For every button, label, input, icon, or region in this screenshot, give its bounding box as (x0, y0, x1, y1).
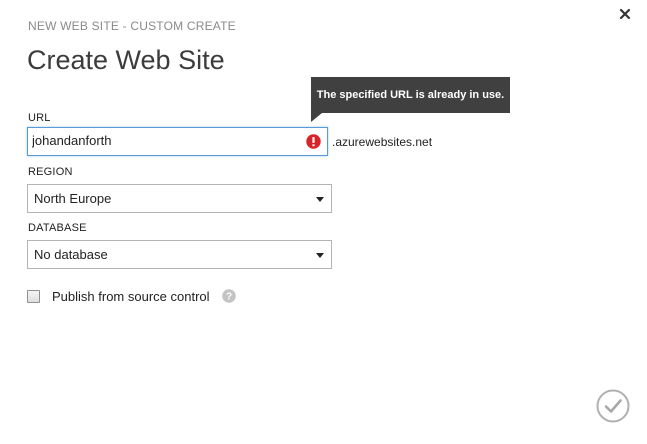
region-select[interactable]: North Europe (27, 184, 332, 213)
dialog-subtitle: NEW WEB SITE - CUSTOM CREATE (28, 19, 236, 33)
publish-checkbox-label[interactable]: Publish from source control (52, 289, 210, 304)
confirm-button[interactable] (596, 389, 630, 423)
create-web-site-dialog: NEW WEB SITE - CUSTOM CREATE Create Web … (0, 0, 647, 444)
close-button[interactable] (617, 6, 633, 22)
database-label: DATABASE (28, 222, 87, 234)
error-icon (306, 134, 321, 149)
database-selected-value: No database (34, 247, 108, 262)
url-label: URL (28, 112, 51, 124)
page-title: Create Web Site (27, 45, 225, 75)
chevron-down-icon (316, 252, 324, 258)
region-selected-value: North Europe (34, 191, 112, 206)
url-domain-suffix: .azurewebsites.net (332, 134, 433, 149)
url-input[interactable] (28, 128, 297, 153)
close-icon (619, 8, 631, 20)
checkmark-icon (596, 389, 630, 423)
publish-checkbox[interactable] (27, 289, 40, 303)
svg-text:?: ? (225, 292, 231, 303)
database-select[interactable]: No database (27, 240, 332, 269)
error-tooltip-tail (311, 113, 322, 122)
url-row: .azurewebsites.net (27, 127, 432, 156)
chevron-down-icon (316, 196, 324, 202)
publish-option-row: Publish from source control ? (27, 288, 236, 304)
region-label: REGION (28, 166, 73, 178)
url-input-container (27, 127, 328, 156)
help-icon[interactable]: ? (221, 289, 236, 303)
error-tooltip: The specified URL is already in use. (311, 77, 510, 113)
